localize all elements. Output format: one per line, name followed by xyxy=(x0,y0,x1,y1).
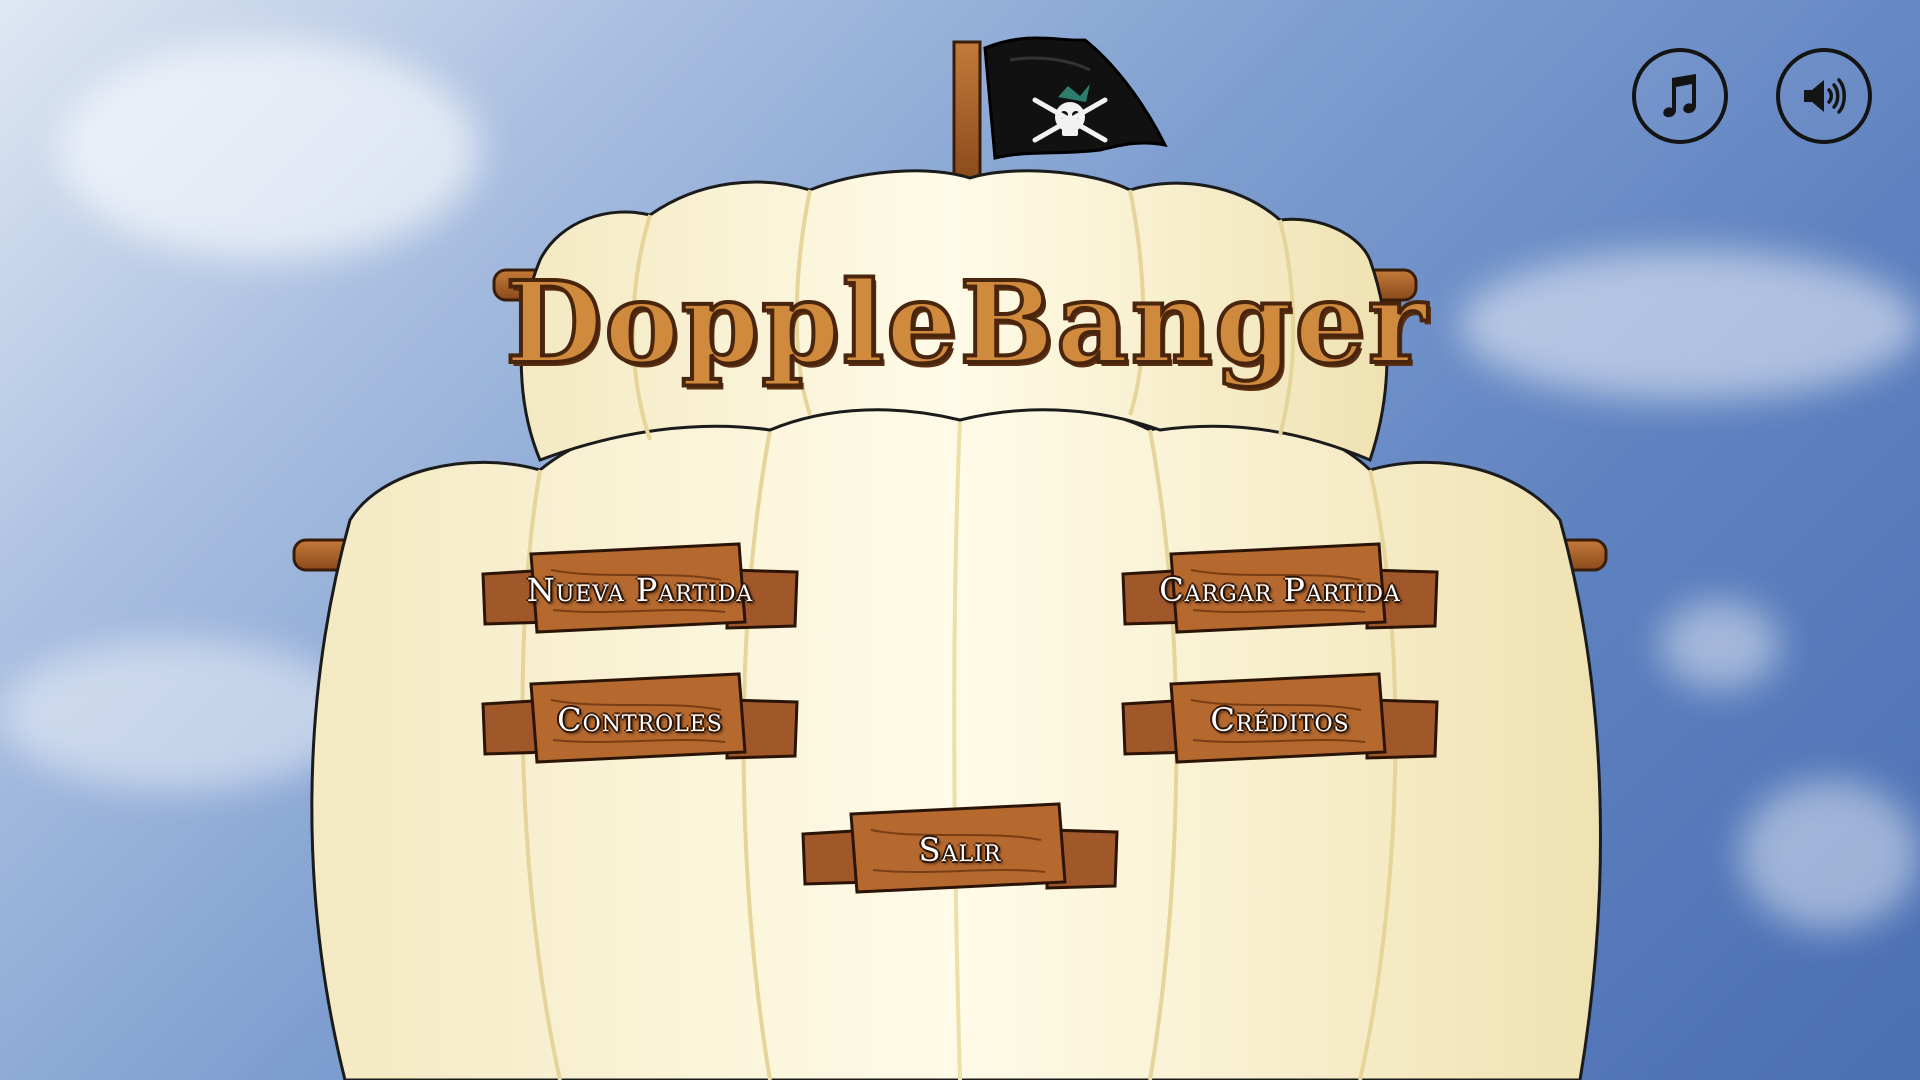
controls-button[interactable]: Controles xyxy=(481,670,799,770)
game-title: DoppleBanger xyxy=(503,256,1429,391)
new-game-button[interactable]: Nueva Partida xyxy=(481,540,799,640)
speaker-volume-icon xyxy=(1804,78,1846,114)
mast xyxy=(952,40,982,184)
music-note-icon xyxy=(1663,74,1696,118)
game-scene: DoppleBanger Nueva Partida Cargar Partid… xyxy=(0,0,1920,1080)
controls-label: Controles xyxy=(557,701,723,739)
load-game-button[interactable]: Cargar Partida xyxy=(1121,540,1439,640)
pirate-flag-icon xyxy=(983,36,1168,160)
music-toggle-button[interactable] xyxy=(1632,48,1728,144)
new-game-label: Nueva Partida xyxy=(526,571,754,609)
load-game-label: Cargar Partida xyxy=(1159,571,1401,609)
game-logo: DoppleBanger xyxy=(503,248,1429,398)
credits-button[interactable]: Créditos xyxy=(1121,670,1439,770)
sound-toggle-button[interactable] xyxy=(1776,48,1872,144)
ship-sails-illustration xyxy=(292,36,1608,1080)
exit-button[interactable]: Salir xyxy=(801,800,1119,900)
exit-label: Salir xyxy=(918,831,1002,869)
credits-label: Créditos xyxy=(1210,701,1350,739)
